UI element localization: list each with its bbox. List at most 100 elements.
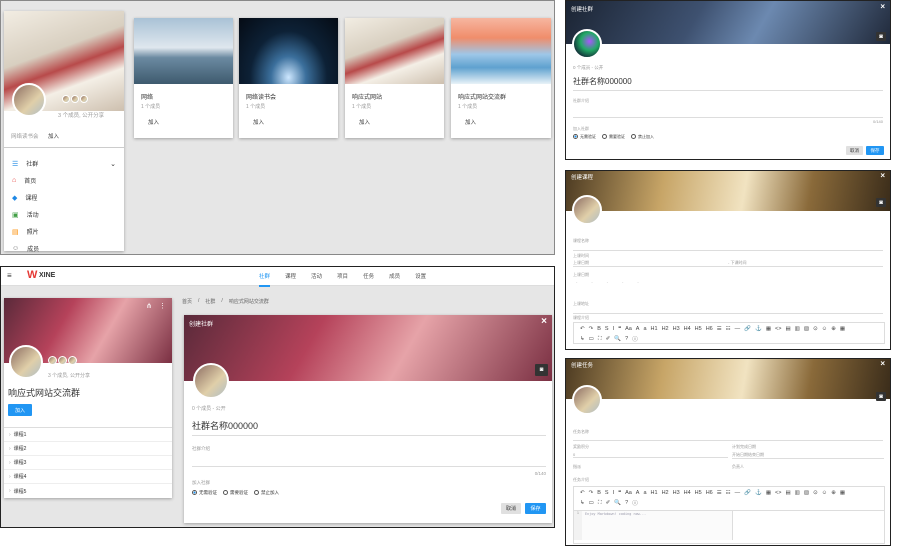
toolbar-button[interactable]: ↷ [589,490,594,496]
end-time-field[interactable]: - 下课时间 [728,260,883,267]
avatar[interactable] [193,363,229,399]
option-forbid[interactable]: 禁止加入 [631,134,654,140]
toolbar-button[interactable]: ▥ [795,490,800,496]
intro-field[interactable] [573,104,883,118]
tab-members[interactable]: 成员 [389,272,400,287]
toolbar-button[interactable]: ☺ [822,490,828,496]
share-icon[interactable]: ⋔ [146,302,152,310]
toolbar-button[interactable]: ⊙ [813,326,818,332]
course-item[interactable]: › 课程4 [4,470,172,484]
close-icon[interactable]: × [880,359,885,368]
toolbar-button[interactable]: ↳ [580,336,585,342]
group-name-field[interactable]: 社群名称000000 [192,419,546,436]
camera-icon[interactable]: ◙ [876,392,886,401]
toolbar-button[interactable]: ▦ [766,326,771,332]
group-card[interactable]: 网络 1 个成员 加入 [134,18,233,138]
toolbar-button[interactable]: H4 [684,326,691,332]
markdown-editor[interactable]: ↶ ↷ B S I ❝ Aa Aa H1 H2 H3 H4 H5 H6 ☰ ☷ ― 🔗 ⚓ ▦ <> ▤ ▥ ▧ ⊙ ☺ ⊕ ▦ ↳ ▭… [573,486,885,544]
breadcrumb-item[interactable]: 首页 [182,298,192,305]
tab-tasks[interactable]: 任务 [363,272,374,287]
deadline-field[interactable]: 开始日期结束日期 [732,452,884,459]
member-avatar[interactable] [68,356,77,365]
camera-icon[interactable]: ◙ [876,198,886,207]
toolbar-button[interactable]: 🔗 [744,490,751,496]
card-join-button[interactable]: 加入 [345,110,444,134]
toolbar-button[interactable]: ▤ [785,490,790,496]
toolbar-button[interactable]: I [613,326,615,332]
toolbar-button[interactable]: H1 [651,490,658,496]
toolbar-button[interactable]: ✐ [606,500,611,506]
toolbar-button[interactable]: ― [735,490,741,496]
day-slot[interactable]: - [576,279,577,284]
toolbar-button[interactable]: ▦ [840,490,845,496]
option-verify[interactable]: 需要验证 [223,490,248,496]
course-item[interactable]: › 课程5 [4,484,172,498]
toolbar-button[interactable]: ⊕ [831,326,836,332]
avatar[interactable] [12,83,46,117]
toolbar-button[interactable]: ↳ [580,500,585,506]
avatar[interactable] [9,345,43,379]
toolbar-button[interactable]: a [643,326,646,332]
menu-item-members[interactable]: ☺ 成员 [4,240,124,254]
menu-item-events[interactable]: ▣ 活动 [4,206,124,223]
card-join-button[interactable]: 加入 [134,110,233,134]
close-icon[interactable]: × [880,171,885,180]
toolbar-button[interactable]: ⓘ [632,499,638,507]
group-name-field[interactable]: 社群名称000000 [573,76,883,91]
member-avatar[interactable] [80,95,88,103]
toolbar-button[interactable]: ☺ [822,326,828,332]
toolbar-button[interactable]: Aa [625,490,632,496]
save-button[interactable]: 保存 [866,146,884,155]
camera-icon[interactable]: ◙ [535,364,548,376]
option-verify[interactable]: 需要验证 [602,134,625,140]
toolbar-button[interactable]: ? [625,336,628,342]
join-button[interactable]: 加入 [8,404,32,416]
toolbar-button[interactable]: ▦ [840,326,845,332]
chevron-down-icon[interactable]: ⌄ [110,160,116,168]
toolbar-button[interactable]: ↷ [589,326,594,332]
day-slot[interactable]: - [622,279,623,284]
toolbar-button[interactable]: ▭ [589,336,594,342]
course-item[interactable]: › 课程3 [4,456,172,470]
toolbar-button[interactable]: A [636,490,640,496]
toolbar-button[interactable]: ❝ [618,490,621,496]
toolbar-button[interactable]: ☰ [717,490,722,496]
group-card[interactable]: 响应式网站交流群 1 个成员 加入 [451,18,551,138]
toolbar-button[interactable]: ☷ [726,326,731,332]
toolbar-button[interactable]: ❝ [618,326,621,332]
day-slot[interactable]: - [637,279,638,284]
option-no-verify[interactable]: 无需验证 [573,134,596,140]
camera-icon[interactable]: ◙ [876,32,886,41]
toolbar-button[interactable]: H6 [706,490,713,496]
toolbar-button[interactable]: H2 [662,326,669,332]
toolbar-button[interactable]: H4 [684,490,691,496]
menu-item-courses[interactable]: ◆ 课程 [4,189,124,206]
toolbar-button[interactable]: a [643,490,646,496]
member-avatar[interactable] [62,95,70,103]
toolbar-button[interactable]: ? [625,500,628,506]
join-link[interactable]: 加入 [48,132,59,140]
group-card[interactable]: 网络读书会 1 个成员 加入 [239,18,338,138]
group-card[interactable]: 响应式网站 1 个成员 加入 [345,18,444,138]
toolbar-button[interactable]: ⚓ [755,326,762,332]
breadcrumb-item[interactable]: 社群 [205,298,215,305]
toolbar-button[interactable]: H3 [673,326,680,332]
option-forbid[interactable]: 禁止加入 [254,490,279,496]
toolbar-button[interactable]: H6 [706,326,713,332]
toolbar-button[interactable]: B [597,326,601,332]
toolbar-button[interactable]: ▥ [795,326,800,332]
member-avatar[interactable] [48,356,57,365]
toolbar-button[interactable]: ▤ [785,326,790,332]
tab-settings[interactable]: 设置 [415,272,426,287]
toolbar-button[interactable]: ⊕ [831,490,836,496]
course-item[interactable]: › 课程2 [4,442,172,456]
start-date-field[interactable]: 上课日期 [573,260,728,267]
menu-item-home[interactable]: ⌂ 首页 [4,172,124,189]
toolbar-button[interactable]: I [613,490,615,496]
toolbar-button[interactable]: A [636,326,640,332]
card-join-button[interactable]: 加入 [451,110,551,134]
toolbar-button[interactable]: Aa [625,326,632,332]
member-avatar[interactable] [58,356,67,365]
toolbar-button[interactable]: 🔗 [744,326,751,332]
card-join-button[interactable]: 加入 [239,110,338,134]
